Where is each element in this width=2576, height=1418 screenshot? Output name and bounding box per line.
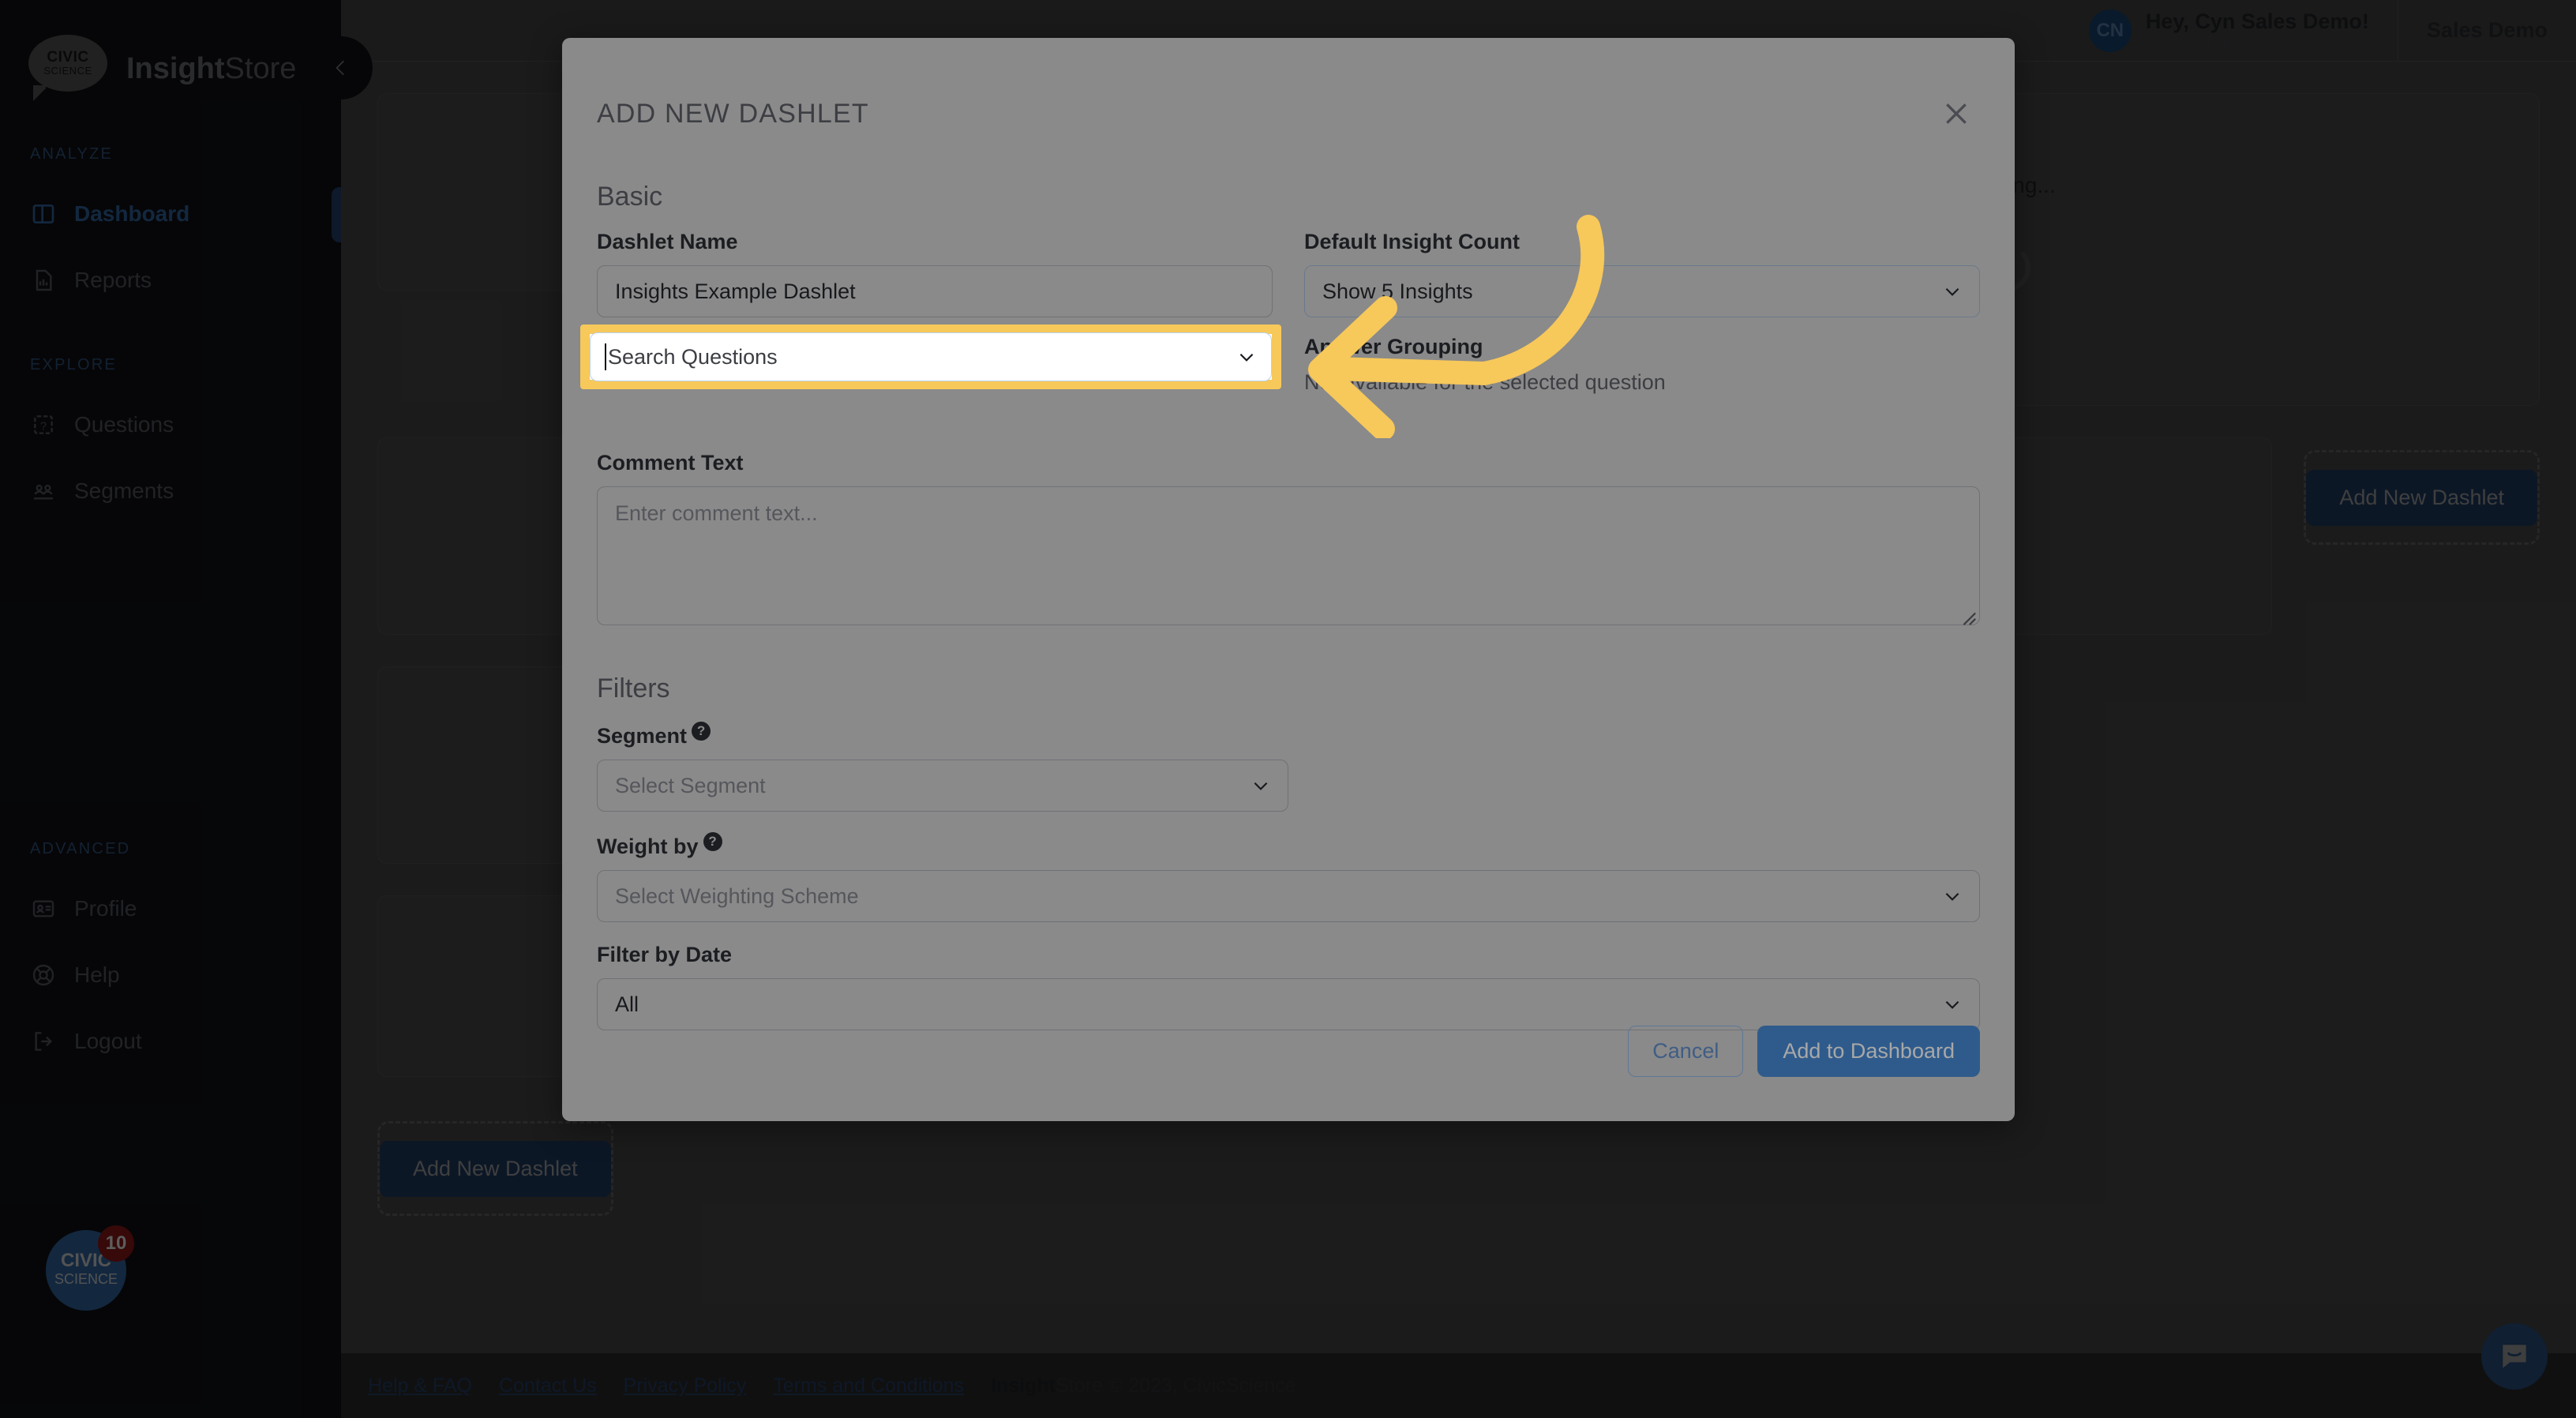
screen-root: CIVIC SCIENCE InsightStore ANALYZE Das — [0, 0, 2576, 1418]
segment-field-group: Segment? — [597, 722, 1288, 812]
close-icon — [1946, 103, 1967, 124]
comment-text-label: Comment Text — [597, 451, 744, 475]
modal-title: ADD NEW DASHLET — [597, 98, 869, 129]
add-new-dashlet-modal: ADD NEW DASHLET Basic Dashlet Name Defau… — [562, 38, 2015, 1121]
question-search-field-wrapper: Search Questions — [580, 324, 1281, 389]
filter-by-date-select[interactable] — [597, 978, 1980, 1030]
dashlet-name-input[interactable] — [597, 265, 1273, 317]
section-title-filters: Filters — [597, 673, 670, 703]
weight-by-field-group: Weight by? — [597, 832, 1980, 922]
add-to-dashboard-button[interactable]: Add to Dashboard — [1757, 1026, 1980, 1077]
modal-footer: Cancel Add to Dashboard — [1628, 1026, 1980, 1077]
weight-by-select[interactable] — [597, 870, 1980, 922]
segment-label: Segment? — [597, 722, 1288, 748]
segment-label-text: Segment — [597, 724, 688, 748]
text-caret — [605, 343, 606, 370]
close-button[interactable] — [1933, 90, 1980, 137]
question-search-placeholder: Search Questions — [608, 344, 778, 369]
weight-by-help-icon[interactable]: ? — [703, 832, 722, 851]
segment-help-icon[interactable]: ? — [692, 722, 711, 741]
dashlet-name-field-group: Dashlet Name — [597, 230, 1273, 317]
cancel-button[interactable]: Cancel — [1628, 1026, 1744, 1077]
question-search-input[interactable]: Search Questions — [590, 332, 1272, 381]
annotation-arrow — [1308, 215, 1605, 438]
comment-text-textarea[interactable] — [597, 486, 1980, 625]
filter-by-date-label: Filter by Date — [597, 943, 733, 966]
weight-by-label-text: Weight by — [597, 835, 699, 858]
weight-by-label: Weight by? — [597, 832, 1980, 859]
filter-by-date-field-group: Filter by Date — [597, 943, 1980, 1030]
dashlet-name-label: Dashlet Name — [597, 230, 738, 253]
segment-select[interactable] — [597, 760, 1288, 812]
modal-header: ADD NEW DASHLET — [597, 38, 1980, 137]
comment-text-field-group: Comment Text — [597, 451, 1980, 629]
